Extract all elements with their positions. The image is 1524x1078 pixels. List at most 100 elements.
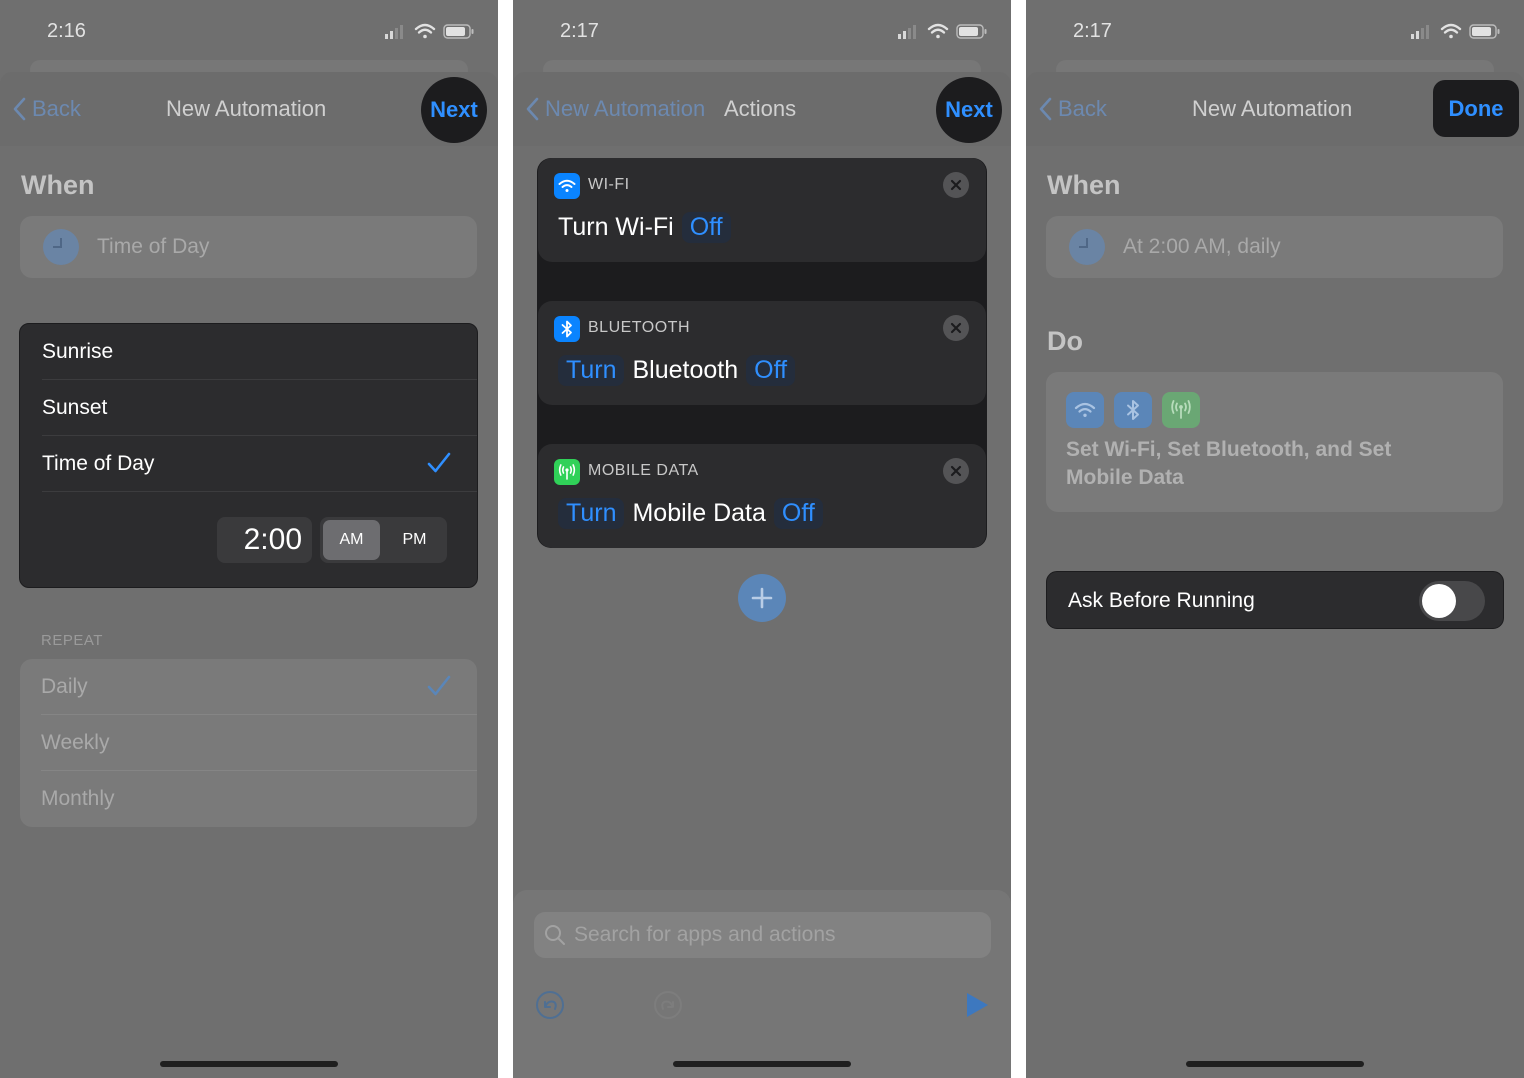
action-category-label: MOBILE DATA [588,462,699,479]
page-title: New Automation [1192,96,1353,121]
bluetooth-icon [1114,392,1152,428]
search-input[interactable]: Search for apps and actions [534,912,991,958]
do-card[interactable]: Set Wi-Fi, Set Bluetooth, and Set Mobile… [1046,372,1503,512]
close-icon [950,465,962,477]
home-indicator [673,1061,851,1067]
action-category-label: WI-FI [588,176,630,193]
am-pm-segmented-control: AM PM [320,517,447,563]
when-card[interactable]: Time of Day [20,216,477,278]
done-button[interactable]: Done [1433,80,1519,137]
am-segment[interactable]: AM [323,520,380,560]
antenna-icon [554,459,580,485]
battery-icon [443,24,474,39]
signal-icon [385,25,403,39]
action-category-label: BLUETOOTH [588,319,690,336]
ask-before-running-row: Ask Before Running [1046,571,1504,629]
checkmark-icon [427,452,451,473]
status-time: 2:16 [47,20,86,42]
home-indicator [160,1061,338,1067]
page-title: Actions [724,96,797,121]
repeat-daily[interactable]: Daily [41,659,477,715]
action-text: Turn Wi-Fi [558,213,674,241]
back-button[interactable]: Back [12,96,81,122]
option-sunrise[interactable]: Sunrise [42,324,477,380]
action-text: Bluetooth [632,356,739,384]
mobile-data-verb-parameter[interactable]: Turn [558,498,625,529]
back-label: Back [1058,96,1107,121]
bluetooth-icon [554,316,580,342]
clock-icon [43,229,79,265]
repeat-label-monthly: Monthly [41,787,115,810]
remove-action-button[interactable] [943,315,969,341]
battery-icon [956,24,987,39]
repeat-weekly[interactable]: Weekly [41,715,477,771]
wifi-state-parameter[interactable]: Off [681,212,731,243]
repeat-label: REPEAT [41,632,103,649]
wifi-icon [1066,392,1104,428]
next-button[interactable]: Next [936,77,1002,143]
back-button[interactable]: New Automation [525,96,705,122]
close-icon [950,179,962,191]
action-wifi[interactable]: WI-FI Turn Wi-Fi Off [538,158,986,262]
battery-icon [1469,24,1500,39]
remove-action-button[interactable] [943,458,969,484]
time-wheel[interactable]: 2:00 [217,517,312,563]
signal-icon [898,25,916,39]
repeat-label-daily: Daily [41,674,88,698]
wifi-icon [927,23,949,39]
repeat-label-weekly: Weekly [41,730,110,754]
signal-icon [1411,25,1429,39]
bluetooth-verb-parameter[interactable]: Turn [558,355,625,386]
chevron-left-icon [526,97,539,121]
play-icon[interactable] [963,990,991,1020]
plus-icon [751,587,773,609]
home-indicator [1186,1061,1364,1067]
ask-before-running-toggle[interactable] [1419,581,1485,621]
do-heading: Do [1047,326,1083,356]
redo-icon[interactable] [653,990,683,1020]
mobile-data-state-parameter[interactable]: Off [773,498,823,529]
status-icons [385,23,474,39]
repeat-monthly[interactable]: Monthly [41,771,477,827]
screen-time-of-day: 2:16 Back New Automation Next When Time … [0,0,498,1078]
checkmark-icon [427,675,451,696]
do-summary: Set Wi-Fi, Set Bluetooth, and Set Mobile… [1066,438,1392,489]
search-placeholder: Search for apps and actions [574,923,836,946]
screen-automation-summary: 2:17 Back New Automation Done When At 2:… [1026,0,1524,1078]
page-title: New Automation [166,96,327,121]
status-icons [898,23,987,39]
toggle-knob [1422,584,1456,618]
ask-before-running-label: Ask Before Running [1068,589,1255,612]
screen-actions: 2:17 New Automation Actions Next WI-FI T… [513,0,1011,1078]
when-heading: When [1047,170,1121,200]
when-value: At 2:00 AM, daily [1123,235,1281,258]
search-icon [545,925,565,945]
back-label: Back [32,96,81,121]
option-label: Time of Day [42,451,155,475]
time-picker: Sunrise Sunset Time of Day 2:00 AM PM [19,323,478,588]
wifi-icon [414,23,436,39]
back-label: New Automation [545,96,706,121]
action-text: Mobile Data [632,499,766,527]
clock-icon [1069,229,1105,265]
option-label: Sunrise [42,339,114,363]
wifi-icon [1440,23,1462,39]
option-time-of-day[interactable]: Time of Day [42,436,477,492]
action-mobile-data[interactable]: MOBILE DATA Turn Mobile Data Off [538,444,986,548]
back-button[interactable]: Back [1038,96,1107,122]
when-value: Time of Day [97,235,210,258]
remove-action-button[interactable] [943,172,969,198]
chevron-left-icon [13,97,26,121]
option-sunset[interactable]: Sunset [42,380,477,436]
repeat-list: Daily Weekly Monthly [20,659,477,827]
pm-segment[interactable]: PM [386,520,443,560]
bluetooth-state-parameter[interactable]: Off [746,355,796,386]
when-card[interactable]: At 2:00 AM, daily [1046,216,1503,278]
when-heading: When [21,170,95,200]
close-icon [950,322,962,334]
next-button[interactable]: Next [421,77,487,143]
add-action-button[interactable] [738,574,786,622]
undo-icon[interactable] [535,990,565,1020]
status-time: 2:17 [560,20,599,42]
action-bluetooth[interactable]: BLUETOOTH Turn Bluetooth Off [538,301,986,405]
